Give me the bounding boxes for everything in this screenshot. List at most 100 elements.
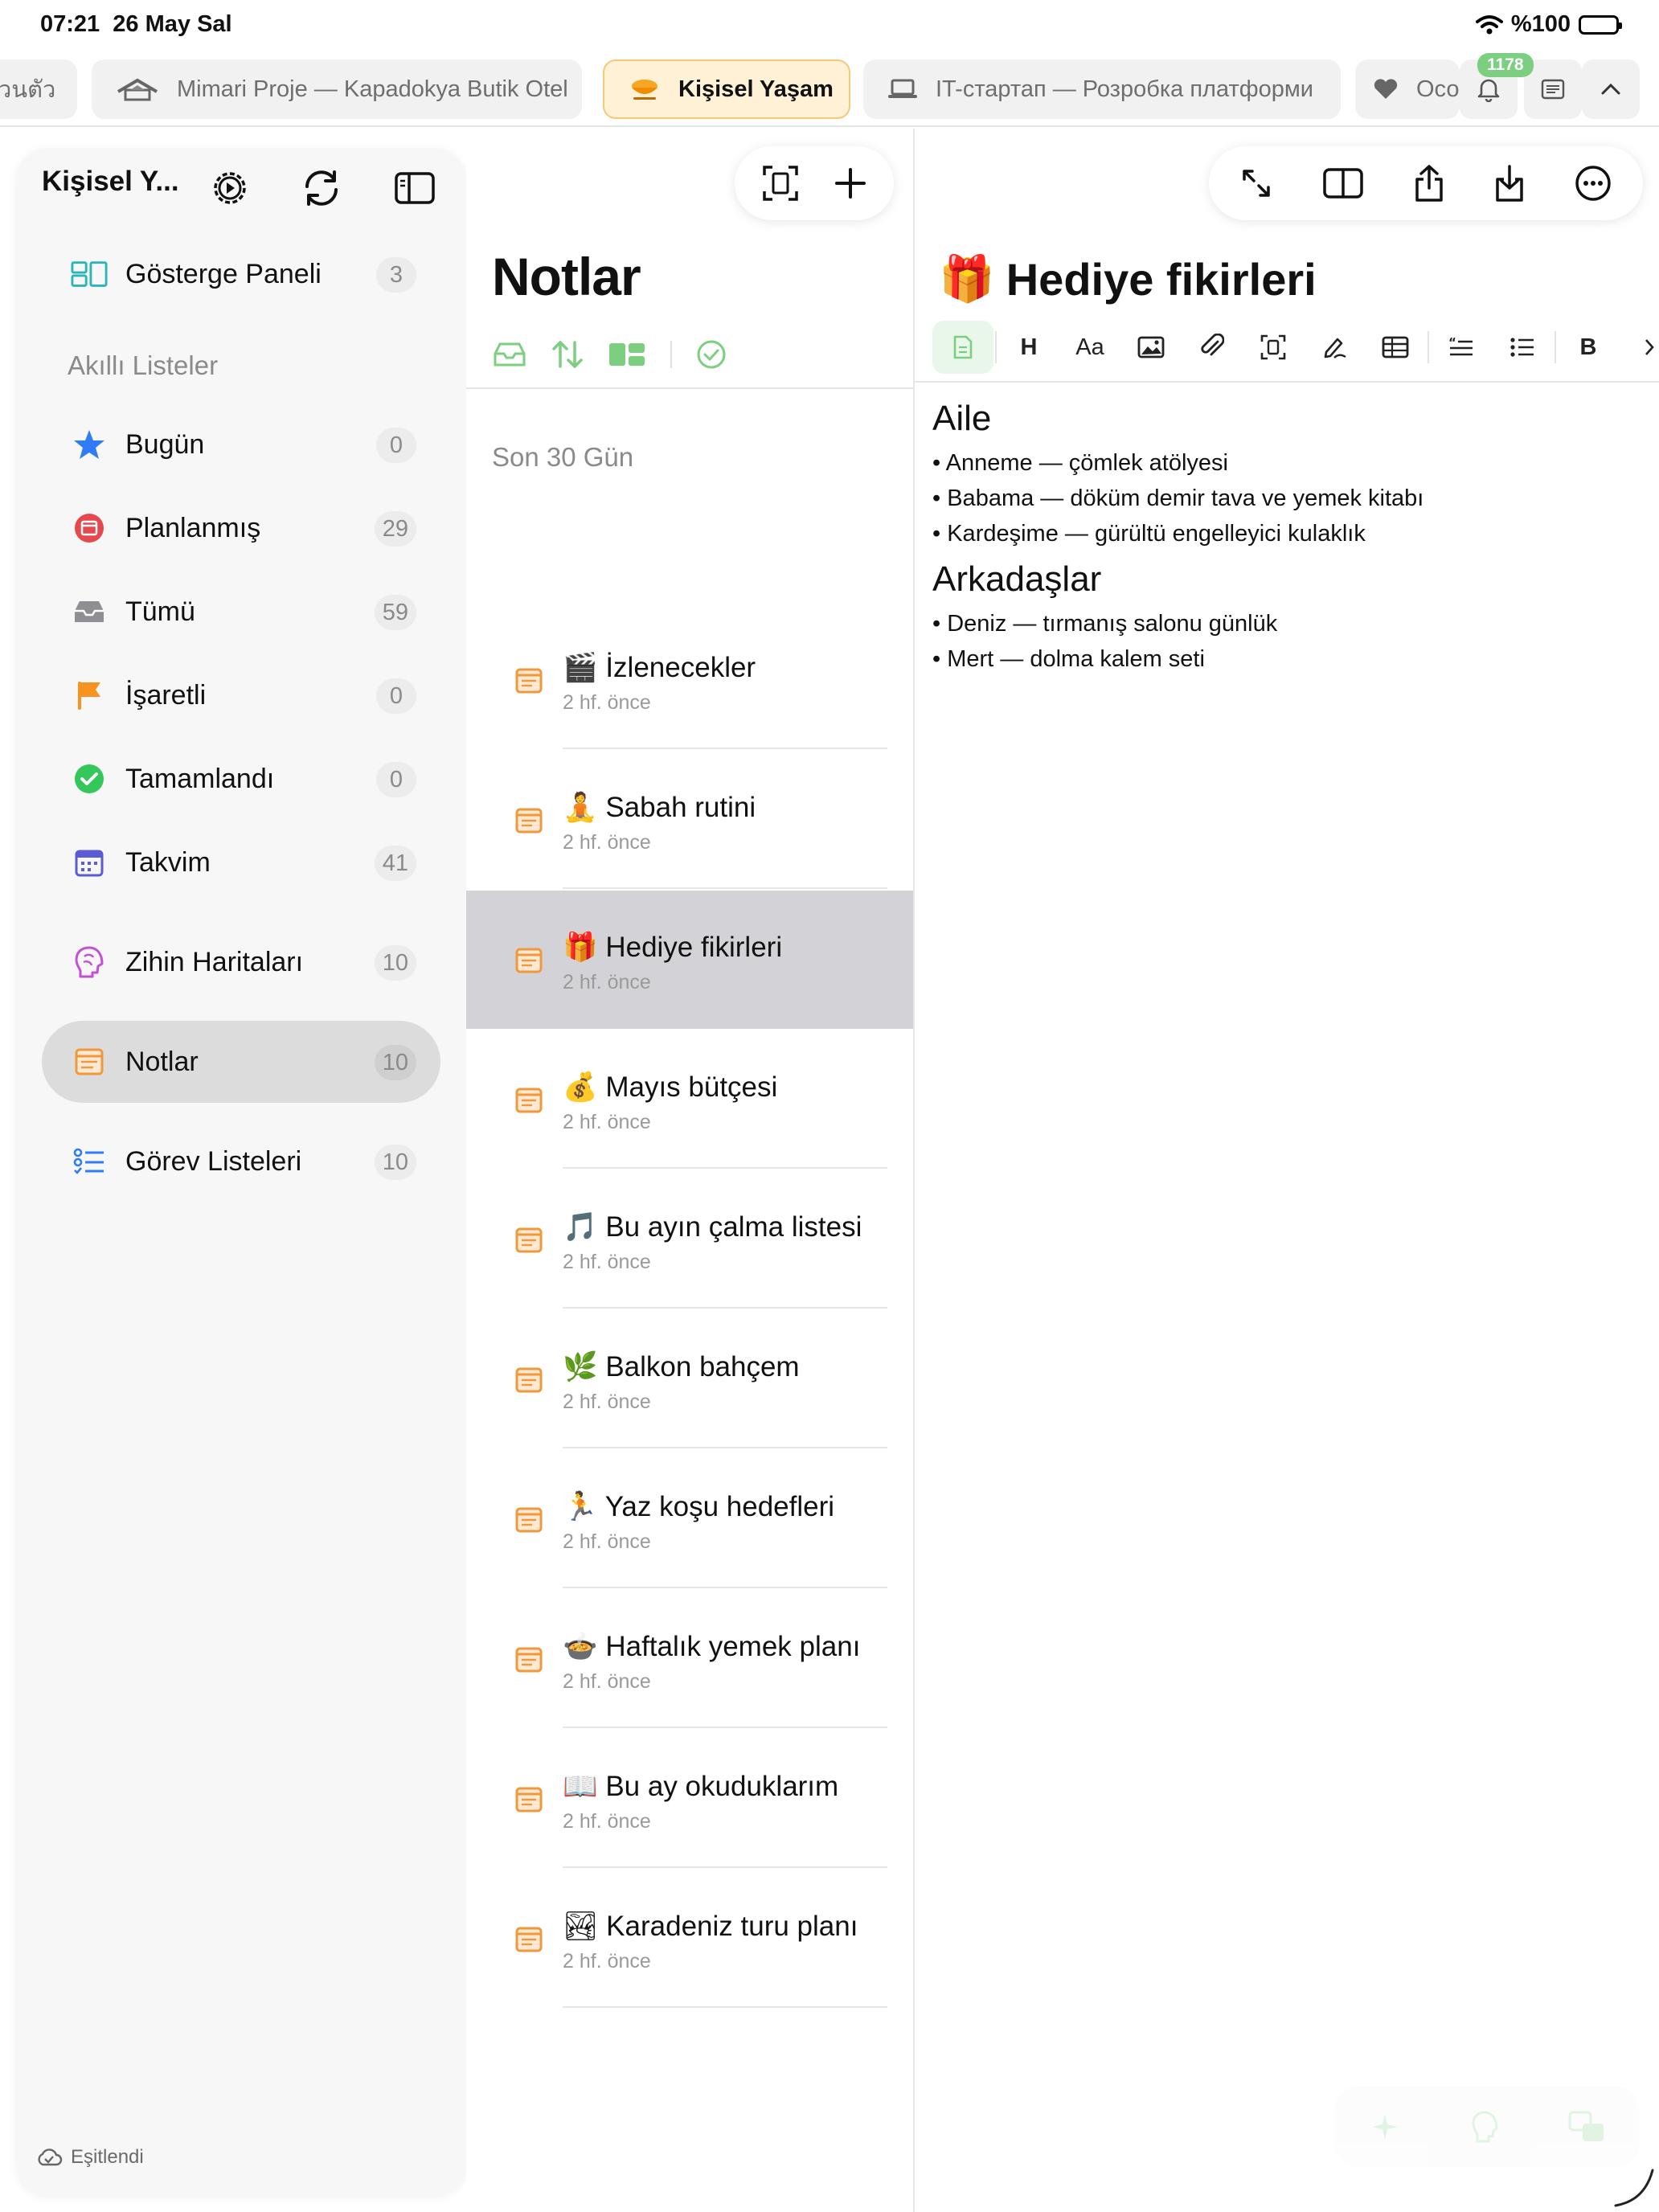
toggle-sidebar-button[interactable] (383, 156, 447, 220)
count-badge: 10 (374, 1145, 416, 1180)
insert-image-button[interactable] (1120, 321, 1182, 374)
count-badge: 0 (376, 762, 416, 797)
heading-button[interactable]: H (998, 321, 1059, 374)
tab-4[interactable]: Осо (1355, 59, 1460, 119)
note-timestamp: 2 hf. önce (563, 1530, 651, 1553)
note-body[interactable]: Aile Anneme — çömlek atölyesiBabama — dök… (932, 399, 1640, 685)
font-size-button[interactable]: Aa (1059, 321, 1120, 374)
notification-count-badge: 1178 (1477, 53, 1534, 77)
note-emoji: 🌿 (563, 1351, 598, 1382)
draw-button[interactable] (1304, 321, 1365, 374)
note-icon (514, 1646, 543, 1673)
notes-list-pane: Notlar Son 30 Gün 🎬 İzlenecekler 2 hf. ön… (466, 129, 913, 2212)
toolbar-divider (1555, 331, 1556, 363)
tab-3[interactable]: IT-стартап — Розробка платформи (863, 59, 1341, 119)
note-emoji: 📖 (563, 1771, 598, 1802)
note-icon (514, 1227, 543, 1254)
note-title: 🎬 İzlenecekler (563, 651, 756, 684)
resize-handle-icon[interactable] (1612, 2165, 1656, 2209)
note-list-item[interactable]: 🧘 Sabah rutini 2 hf. önce (466, 751, 913, 889)
sync-icon (301, 169, 342, 207)
note-title-text: Bu ay okuduklarım (605, 1771, 839, 1802)
completed-filter-icon[interactable] (696, 339, 727, 370)
scan-text-button[interactable] (1243, 321, 1304, 374)
quote-button[interactable]: “ (1431, 321, 1492, 374)
row-divider (563, 1866, 887, 1868)
note-list-item[interactable]: 🍲 Haftalık yemek planı 2 hf. önce (466, 1590, 913, 1728)
mind-map-icon[interactable] (1470, 2110, 1499, 2144)
sidebar-item-mind-maps[interactable]: Zihin Haritaları 10 (42, 921, 440, 1003)
sidebar-item-all[interactable]: Tümü 59 (42, 571, 440, 653)
note-emoji: 💰 (563, 1071, 598, 1103)
translate-icon[interactable] (1568, 2111, 1605, 2143)
sidebar-item-dashboard[interactable]: Gösterge Paneli 3 (42, 233, 440, 315)
sidebar-title[interactable]: Kişisel Y... (42, 166, 179, 198)
collapse-tabs-button[interactable] (1582, 59, 1640, 119)
sparkle-icon[interactable] (1369, 2111, 1401, 2143)
sort-icon[interactable] (551, 339, 584, 370)
add-note-button[interactable] (834, 166, 867, 200)
note-list-item[interactable]: 🏃 Yaz koşu hedefleri 2 hf. önce (466, 1450, 913, 1588)
sidebar-item-flagged[interactable]: İşaretli 0 (42, 654, 440, 736)
note-list-item[interactable]: 🎵 Bu ayın çalma listesi 2 hf. önce (466, 1170, 913, 1309)
sidebar-item-today[interactable]: Bugün 0 (42, 403, 440, 485)
scan-document-button[interactable] (762, 165, 799, 202)
note-list-item[interactable]: 🏞 Karadeniz turu planı 2 hf. önce (466, 1870, 913, 2008)
note-list-item[interactable]: 📖 Bu ay okuduklarım 2 hf. önce (466, 1730, 913, 1868)
note-list-item[interactable]: 💰 Mayıs bütçesi 2 hf. önce (466, 1030, 913, 1169)
bold-button[interactable]: B (1558, 321, 1619, 374)
note-title-text: Sabah rutini (605, 792, 756, 823)
row-divider (563, 2006, 887, 2008)
share-button[interactable] (1414, 164, 1444, 203)
settings-button[interactable] (198, 156, 262, 220)
tab-0[interactable]: วนตัว (0, 59, 77, 119)
more-options-button[interactable] (1575, 165, 1612, 202)
star-icon (71, 426, 108, 463)
note-title: 🍲 Haftalık yemek planı (563, 1630, 860, 1663)
doc-bullet-list: Anneme — çömlek atölyesiBabama — döküm d… (932, 445, 1640, 551)
tab-1[interactable]: Mimari Proje — Kapadokya Butik Otel (92, 59, 582, 119)
text-style-button[interactable] (932, 321, 993, 374)
note-emoji: 🎵 (563, 1211, 598, 1243)
tab-2-active[interactable]: Kişisel Yaşam (603, 59, 850, 119)
sidebar-item-planned[interactable]: Planlanmış 29 (42, 487, 440, 569)
note-timestamp: 2 hf. önce (563, 1810, 651, 1833)
table-button[interactable] (1365, 321, 1426, 374)
view-mode-icon[interactable] (608, 342, 646, 367)
note-timestamp: 2 hf. önce (563, 831, 651, 854)
note-icon (514, 667, 543, 694)
note-title[interactable]: 🎁 Hediye fikirleri (939, 252, 1317, 305)
doc-bullet-list: Deniz — tırmanış salonu günlükMert — dol… (932, 606, 1640, 677)
bell-icon (1477, 76, 1501, 102)
split-view-button[interactable] (1322, 167, 1364, 199)
note-title-text: Yaz koşu hedefleri (604, 1491, 835, 1522)
sidebar-item-task-lists[interactable]: Görev Listeleri 10 (42, 1120, 440, 1202)
download-button[interactable] (1494, 164, 1525, 203)
tab-bar: วนตัว Mimari Proje — Kapadokya Butik Ote… (0, 56, 1659, 127)
checkmark-circle-icon (71, 760, 108, 797)
note-list-item[interactable]: 🎬 İzlenecekler 2 hf. önce (466, 611, 913, 749)
note-title: 💰 Mayıs bütçesi (563, 1071, 777, 1104)
coffee-icon (629, 76, 661, 102)
note-title-text: Karadeniz turu planı (606, 1911, 858, 1942)
tab-label: Осо (1416, 76, 1460, 102)
note-title: 🎁 Hediye fikirleri (563, 931, 782, 964)
flag-icon (71, 677, 108, 714)
sidebar-item-calendar[interactable]: Takvim 41 (42, 821, 440, 903)
note-list-item[interactable]: 🌿 Balkon bahçem 2 hf. önce (466, 1310, 913, 1448)
sync-button[interactable] (289, 156, 354, 220)
inbox-filter-icon[interactable] (492, 341, 527, 368)
row-divider (563, 1307, 887, 1309)
note-timestamp: 2 hf. önce (563, 1670, 651, 1693)
tab-label: วนตัว (0, 77, 56, 103)
note-emoji: 🏞 (563, 1911, 599, 1942)
expand-button[interactable] (1240, 167, 1272, 199)
attach-button[interactable] (1182, 321, 1243, 374)
count-badge: 29 (374, 511, 416, 547)
bullet-list-button[interactable] (1492, 321, 1553, 374)
count-badge: 10 (374, 1045, 416, 1080)
more-format-chevron-icon[interactable] (1619, 321, 1659, 374)
sidebar-item-notes-active[interactable]: Notlar 10 (42, 1021, 440, 1103)
note-list-item[interactable]: 🎁 Hediye fikirleri 2 hf. önce (466, 891, 913, 1029)
sidebar-item-completed[interactable]: Tamamlandı 0 (42, 738, 440, 820)
